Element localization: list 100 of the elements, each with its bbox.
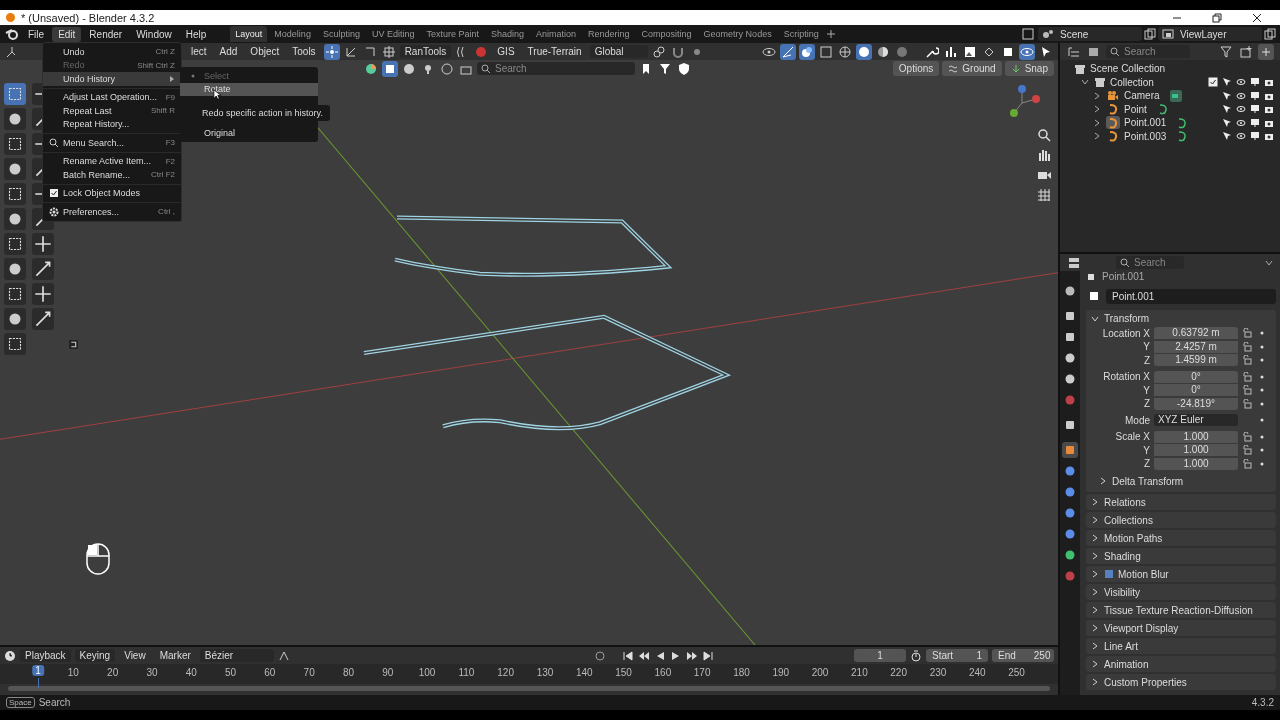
- panel-header[interactable]: Animation: [1086, 656, 1276, 672]
- workspace-tab[interactable]: Compositing: [636, 26, 697, 42]
- panel-title: Motion Blur: [1118, 568, 1169, 580]
- panel-title: Custom Properties: [1104, 676, 1187, 688]
- menu-item[interactable]: Window: [130, 26, 178, 42]
- frame-number: 60: [264, 667, 276, 678]
- field-label: Scale X: [1114, 431, 1150, 443]
- number-field[interactable]: 1.000: [1154, 430, 1238, 443]
- search-placeholder: Search: [495, 63, 527, 74]
- workspace-tab[interactable]: UV Editing: [366, 26, 420, 42]
- object-label[interactable]: Point.001: [1124, 117, 1167, 129]
- number-field[interactable]: 0.63792 m: [1154, 327, 1238, 340]
- menu-item[interactable]: Repeat Last Shift R: [43, 104, 181, 118]
- menu-item[interactable]: Undo History: [43, 72, 181, 86]
- history-item[interactable]: Original: [180, 126, 318, 140]
- object-label[interactable]: Camera: [1124, 90, 1160, 102]
- panel-header[interactable]: Tissue Texture Reaction-Diffusion: [1086, 602, 1276, 618]
- panel-header[interactable]: Custom Properties: [1086, 674, 1276, 690]
- timeline-menu[interactable]: Playback: [20, 649, 71, 662]
- menu-item[interactable]: Adjust Last Operation... F9: [43, 90, 181, 104]
- workspace-tab[interactable]: Layout: [230, 26, 268, 42]
- search-field[interactable]: Search: [477, 62, 635, 75]
- orientation-dropdown[interactable]: Global: [589, 45, 648, 58]
- panel-header[interactable]: Collections: [1086, 512, 1276, 528]
- menu-item[interactable]: Batch Rename... Ctrl F2: [43, 168, 181, 182]
- frame-number: 180: [733, 667, 750, 678]
- timeline-menu[interactable]: Marker: [154, 649, 196, 662]
- workspace-tab[interactable]: Texture Paint: [421, 26, 484, 42]
- panel-header[interactable]: Motion Blur: [1086, 566, 1276, 582]
- menu-item[interactable]: File: [22, 26, 51, 42]
- number-field[interactable]: 1.000: [1154, 457, 1238, 470]
- frame-number: 40: [185, 667, 197, 678]
- timeline-menu[interactable]: View: [119, 649, 151, 662]
- panel-title: Visibility: [1104, 586, 1140, 598]
- panel-header[interactable]: Transform: [1086, 310, 1276, 327]
- menu-item[interactable]: Menu Search... F3: [43, 136, 181, 150]
- scene-collection-label[interactable]: Scene Collection: [1090, 63, 1166, 75]
- playhead[interactable]: 1: [32, 665, 44, 676]
- object-name-field[interactable]: Point.001: [1106, 288, 1276, 304]
- addon-menu[interactable]: GIS: [492, 45, 520, 58]
- menu-item[interactable]: Render: [83, 26, 129, 42]
- panel-header[interactable]: Shading: [1086, 548, 1276, 564]
- panel-header[interactable]: Visibility: [1086, 584, 1276, 600]
- header-menu[interactable]: Object: [245, 45, 285, 58]
- menu-item[interactable]: Lock Object Modes: [43, 186, 181, 200]
- workspace-tab[interactable]: Rendering: [583, 26, 635, 42]
- timeline-menu[interactable]: Keying: [74, 649, 116, 662]
- workspace-tab[interactable]: Geometry Nodes: [698, 26, 777, 42]
- workspace-tab[interactable]: Shading: [486, 26, 529, 42]
- history-item[interactable]: Rotate: [180, 82, 318, 96]
- menu-item[interactable]: Preferences... Ctrl ,: [43, 205, 181, 219]
- view-layer-selector[interactable]: ViewLayer: [1158, 27, 1262, 41]
- workspace-tab[interactable]: Sculpting: [317, 26, 365, 42]
- snap-button[interactable]: Snap: [1004, 61, 1054, 76]
- subpanel-header[interactable]: Delta Transform: [1086, 474, 1276, 488]
- search-field[interactable]: Search: [1116, 256, 1184, 269]
- interpolation-dropdown[interactable]: Bézier: [199, 649, 274, 662]
- collection-label[interactable]: Collection: [1110, 76, 1154, 88]
- menu-item[interactable]: Rename Active Item... F2: [43, 154, 181, 168]
- ground-button[interactable]: Ground: [942, 61, 1002, 76]
- number-field[interactable]: 0°: [1154, 384, 1238, 397]
- options-button[interactable]: Options: [892, 61, 940, 76]
- object-label[interactable]: Point.003: [1124, 130, 1167, 142]
- workspace-tab[interactable]: Animation: [531, 26, 582, 42]
- start-frame-field[interactable]: Start 1: [926, 649, 988, 662]
- panel-header[interactable]: Relations: [1086, 494, 1276, 510]
- addon-menu[interactable]: RanTools: [399, 45, 452, 58]
- menu-item[interactable]: Undo Ctrl Z: [43, 45, 181, 59]
- search-field[interactable]: Search: [1106, 45, 1190, 58]
- object-label[interactable]: Point: [1124, 103, 1147, 115]
- subpanel-title: Delta Transform: [1112, 475, 1184, 487]
- header-menu[interactable]: Tools: [287, 45, 321, 58]
- menu-item[interactable]: Repeat History...: [43, 117, 181, 131]
- end-frame-field[interactable]: End 250: [992, 649, 1054, 662]
- frame-number: 100: [418, 667, 436, 678]
- header-menu[interactable]: lect: [186, 45, 212, 58]
- frame-number: 230: [929, 667, 947, 678]
- field-label: Start: [932, 650, 954, 661]
- window-title: * (Unsaved) - Blender 4.3.2: [21, 11, 155, 24]
- number-field[interactable]: 1.000: [1154, 444, 1238, 457]
- panel-header[interactable]: Viewport Display: [1086, 620, 1276, 636]
- panel-header[interactable]: Motion Paths: [1086, 530, 1276, 546]
- field-label: Y: [1142, 341, 1150, 353]
- number-field[interactable]: 2.4257 m: [1154, 340, 1238, 353]
- scene-selector[interactable]: Scene: [1038, 27, 1142, 41]
- number-field[interactable]: 1.4599 m: [1154, 354, 1238, 367]
- menu-item[interactable]: Help: [179, 26, 213, 42]
- number-field[interactable]: -24.819°: [1154, 397, 1238, 410]
- header-menu[interactable]: Add: [214, 45, 243, 58]
- mode-dropdown[interactable]: XYZ Euler: [1154, 414, 1238, 427]
- addon-menu[interactable]: True-Terrain: [522, 45, 587, 58]
- frame-number: 110: [458, 667, 475, 678]
- field-label: Rotation X: [1102, 371, 1150, 383]
- scene-name: Scene: [1060, 28, 1089, 40]
- workspace-tab[interactable]: Modeling: [269, 26, 316, 42]
- number-field[interactable]: 0°: [1154, 370, 1238, 383]
- menu-item[interactable]: Edit: [52, 26, 82, 42]
- panel-header[interactable]: Line Art: [1086, 638, 1276, 654]
- current-frame-field[interactable]: 1: [854, 649, 906, 662]
- workspace-tab[interactable]: Scripting: [778, 26, 824, 42]
